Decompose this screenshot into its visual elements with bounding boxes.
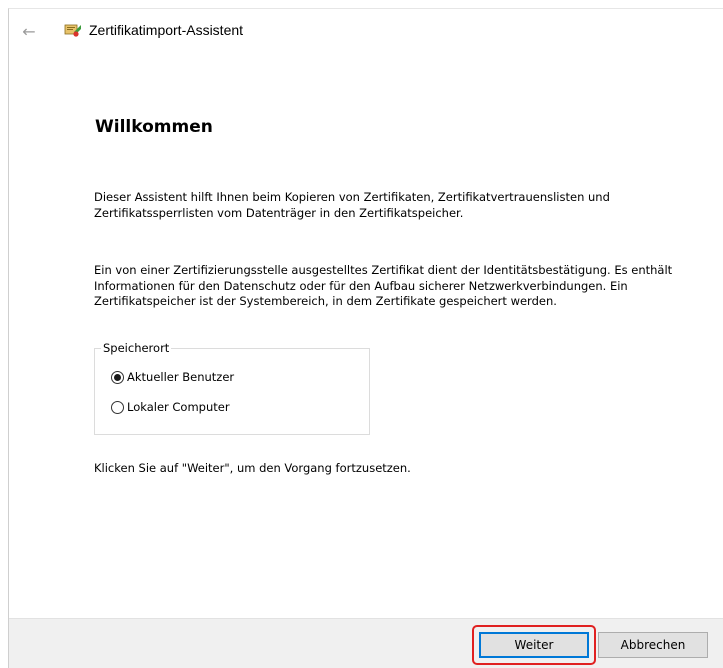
- window-title: Zertifikatimport-Assistent: [89, 22, 244, 38]
- radio-button-unchecked[interactable]: [111, 400, 124, 414]
- button-bar: Weiter Abbrechen: [9, 618, 723, 668]
- page-heading: Willkommen: [95, 117, 213, 137]
- intro-paragraph: Dieser Assistent hilft Ihnen beim Kopier…: [94, 190, 610, 220]
- store-location-legend: Speicherort: [101, 341, 172, 355]
- radio-local-computer-label: Lokaler Computer: [127, 400, 230, 414]
- next-button[interactable]: Weiter: [479, 632, 589, 658]
- radio-button-checked[interactable]: [111, 370, 124, 384]
- wizard-window: ← Zertifikatimport-Assistent Willkommen …: [8, 8, 723, 668]
- info-paragraph: Ein von einer Zertifizierungsstelle ausg…: [94, 263, 673, 308]
- continue-hint: Klicken Sie auf "Weiter", um den Vorgang…: [94, 461, 411, 475]
- store-location-group: Speicherort Aktueller Benutzer Lokaler C…: [94, 341, 370, 435]
- arrow-left-icon: ←: [22, 21, 36, 41]
- cancel-button[interactable]: Abbrechen: [598, 632, 708, 658]
- certificate-icon: [64, 24, 81, 37]
- radio-local-computer[interactable]: Lokaler Computer: [111, 400, 230, 414]
- title-bar: ← Zertifikatimport-Assistent: [9, 9, 723, 53]
- back-button[interactable]: ←: [19, 21, 39, 41]
- radio-current-user[interactable]: Aktueller Benutzer: [111, 370, 234, 384]
- radio-current-user-label: Aktueller Benutzer: [127, 370, 235, 384]
